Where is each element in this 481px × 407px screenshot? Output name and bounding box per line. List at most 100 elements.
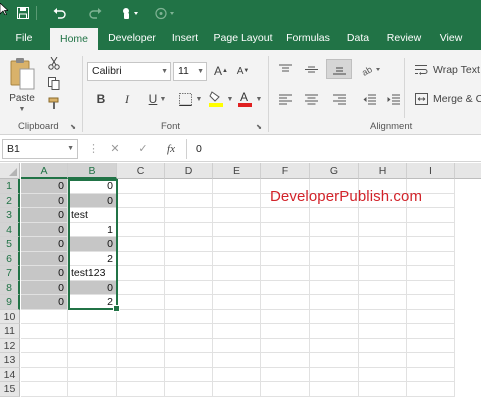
row-header-2[interactable]: 2	[0, 193, 20, 208]
cell-e5[interactable]	[213, 237, 261, 252]
cell-e2[interactable]	[213, 193, 261, 208]
cell-b8[interactable]: 0	[68, 280, 117, 295]
tab-page-layout[interactable]: Page Layout	[212, 27, 274, 50]
cell-c8[interactable]	[117, 280, 165, 295]
cell-f5[interactable]	[261, 237, 310, 252]
cell-b3[interactable]: test	[68, 208, 117, 223]
row-header-14[interactable]: 14	[0, 367, 20, 382]
font-launcher-icon[interactable]: ⬊	[254, 122, 264, 132]
cell-e10[interactable]	[213, 309, 261, 324]
cell-c10[interactable]	[117, 309, 165, 324]
cell-a1[interactable]: 0	[21, 179, 68, 194]
tab-file[interactable]: File	[6, 27, 42, 50]
cell-e14[interactable]	[213, 367, 261, 382]
column-header-a[interactable]: A	[21, 163, 68, 179]
cell-c2[interactable]	[117, 193, 165, 208]
row-header-13[interactable]: 13	[0, 353, 20, 368]
cell-a12[interactable]	[21, 338, 68, 353]
wrap-text-button[interactable]: Wrap Text	[433, 62, 480, 78]
cell-c5[interactable]	[117, 237, 165, 252]
tab-review[interactable]: Review	[382, 27, 426, 50]
cell-h3[interactable]	[359, 208, 407, 223]
select-all-button[interactable]	[0, 163, 20, 179]
font-name-combo[interactable]: Calibri ▼	[87, 62, 171, 81]
cell-e6[interactable]	[213, 251, 261, 266]
redo-icon[interactable]	[86, 4, 104, 22]
cell-b15[interactable]	[68, 382, 117, 397]
undo-icon[interactable]	[50, 4, 68, 22]
cell-e13[interactable]	[213, 353, 261, 368]
column-header-g[interactable]: G	[310, 163, 359, 179]
cell-f6[interactable]	[261, 251, 310, 266]
cell-g9[interactable]	[310, 295, 359, 310]
cell-g15[interactable]	[310, 382, 359, 397]
cell-h9[interactable]	[359, 295, 407, 310]
cell-d5[interactable]	[165, 237, 213, 252]
cell-d7[interactable]	[165, 266, 213, 281]
cell-d8[interactable]	[165, 280, 213, 295]
cell-f11[interactable]	[261, 324, 310, 339]
cell-c11[interactable]	[117, 324, 165, 339]
cell-g7[interactable]	[310, 266, 359, 281]
cell-g10[interactable]	[310, 309, 359, 324]
cell-g4[interactable]	[310, 222, 359, 237]
cell-f9[interactable]	[261, 295, 310, 310]
cell-b11[interactable]	[68, 324, 117, 339]
cell-f4[interactable]	[261, 222, 310, 237]
cell-b14[interactable]	[68, 367, 117, 382]
decrease-indent-icon[interactable]	[360, 90, 378, 108]
tab-data[interactable]: Data	[342, 27, 374, 50]
cell-i3[interactable]	[407, 208, 455, 223]
cell-h6[interactable]	[359, 251, 407, 266]
cell-e4[interactable]	[213, 222, 261, 237]
save-icon[interactable]	[14, 4, 32, 22]
cell-b13[interactable]	[68, 353, 117, 368]
increase-indent-icon[interactable]	[384, 90, 402, 108]
row-header-1[interactable]: 1	[0, 179, 20, 194]
cell-h4[interactable]	[359, 222, 407, 237]
column-header-h[interactable]: H	[359, 163, 407, 179]
cell-h7[interactable]	[359, 266, 407, 281]
orientation-icon[interactable]: ab	[360, 60, 384, 78]
row-header-7[interactable]: 7	[0, 266, 20, 281]
cell-f3[interactable]	[261, 208, 310, 223]
copy-icon[interactable]	[46, 75, 62, 91]
cell-c14[interactable]	[117, 367, 165, 382]
cancel-icon[interactable]: ✕	[108, 140, 122, 158]
cell-d10[interactable]	[165, 309, 213, 324]
row-header-8[interactable]: 8	[0, 280, 20, 295]
cell-b1[interactable]: 0	[68, 179, 117, 194]
row-header-3[interactable]: 3	[0, 208, 20, 223]
cell-b6[interactable]: 2	[68, 251, 117, 266]
borders-dropdown-icon[interactable]: ▼	[194, 94, 204, 104]
cell-a14[interactable]	[21, 367, 68, 382]
cell-a10[interactable]	[21, 309, 68, 324]
cell-a8[interactable]: 0	[21, 280, 68, 295]
row-header-4[interactable]: 4	[0, 222, 20, 237]
cell-d4[interactable]	[165, 222, 213, 237]
cell-b7[interactable]: test123	[68, 266, 117, 281]
cell-i12[interactable]	[407, 338, 455, 353]
cell-a4[interactable]: 0	[21, 222, 68, 237]
clipboard-launcher-icon[interactable]: ⬊	[68, 122, 78, 132]
cell-g8[interactable]	[310, 280, 359, 295]
cell-g12[interactable]	[310, 338, 359, 353]
tab-home[interactable]: Home	[50, 28, 98, 50]
cell-i7[interactable]	[407, 266, 455, 281]
cell-d2[interactable]	[165, 193, 213, 208]
cell-a15[interactable]	[21, 382, 68, 397]
cell-g14[interactable]	[310, 367, 359, 382]
cell-i5[interactable]	[407, 237, 455, 252]
cell-b12[interactable]	[68, 338, 117, 353]
cell-a11[interactable]	[21, 324, 68, 339]
column-header-i[interactable]: I	[407, 163, 455, 179]
cell-d12[interactable]	[165, 338, 213, 353]
cell-f15[interactable]	[261, 382, 310, 397]
cell-c6[interactable]	[117, 251, 165, 266]
underline-dropdown-icon[interactable]: ▼	[158, 94, 168, 104]
cell-c9[interactable]	[117, 295, 165, 310]
cell-e9[interactable]	[213, 295, 261, 310]
paste-icon[interactable]	[6, 56, 38, 92]
merge-center-icon[interactable]	[413, 91, 429, 107]
cell-h8[interactable]	[359, 280, 407, 295]
